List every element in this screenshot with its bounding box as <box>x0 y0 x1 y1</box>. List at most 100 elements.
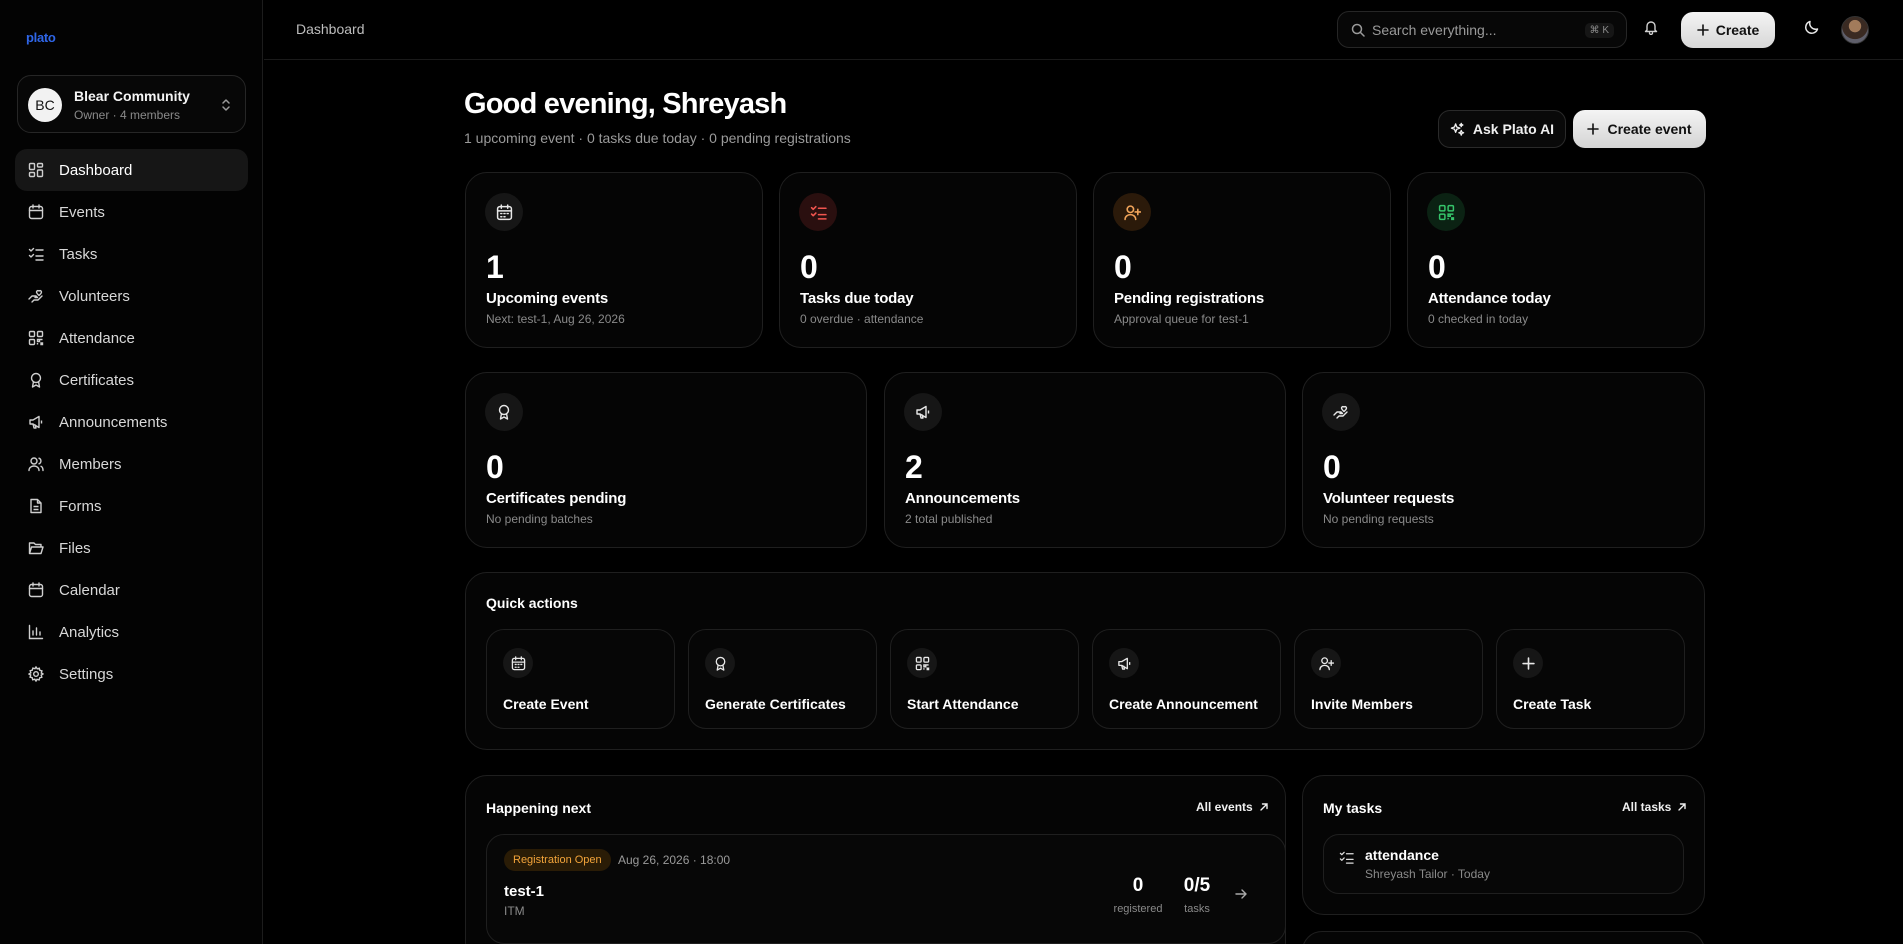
sidebar-item-settings[interactable]: Settings <box>15 653 248 695</box>
user-avatar[interactable] <box>1841 16 1869 44</box>
list-checks-icon <box>810 204 827 221</box>
org-avatar: BC <box>28 88 62 122</box>
chevrons-up-down-icon <box>220 97 232 113</box>
list-checks-icon <box>1339 850 1354 865</box>
registered-count: 0 <box>1132 875 1144 896</box>
sidebar-item-attendance[interactable]: Attendance <box>15 317 248 359</box>
ask-plato-ai-label: Ask Plato AI <box>1472 121 1555 137</box>
stat-card-volunteer-requests[interactable]: 0 Volunteer requests No pending requests <box>1302 372 1705 548</box>
sidebar-item-label: Settings <box>59 665 114 683</box>
quick-action-label: Generate Certificates <box>705 696 846 712</box>
quick-action-create-task[interactable]: Create Task <box>1496 629 1685 729</box>
sidebar-item-analytics[interactable]: Analytics <box>15 611 248 653</box>
sidebar-item-dashboard[interactable]: Dashboard <box>15 149 248 191</box>
moon-icon[interactable] <box>1804 19 1820 35</box>
award-icon <box>28 372 44 388</box>
calendar-icon <box>28 204 44 220</box>
sidebar-item-announcements[interactable]: Announcements <box>15 401 248 443</box>
search-input[interactable] <box>1372 21 1572 39</box>
stat-value: 1 <box>486 249 504 285</box>
stat-icon <box>1113 193 1151 231</box>
sidebar-item-volunteers[interactable]: Volunteers <box>15 275 248 317</box>
qr-code-icon <box>907 648 937 678</box>
megaphone-icon <box>28 414 44 430</box>
quick-action-start-attendance[interactable]: Start Attendance <box>890 629 1079 729</box>
event-location: ITM <box>504 904 525 918</box>
bell-icon[interactable] <box>1643 19 1659 35</box>
tasks-count: 0/5 <box>1183 875 1211 896</box>
sidebar-item-forms[interactable]: Forms <box>15 485 248 527</box>
search-box[interactable]: ⌘ K <box>1337 11 1627 48</box>
registered-label: registered <box>1113 903 1163 915</box>
sidebar-item-tasks[interactable]: Tasks <box>15 233 248 275</box>
stat-value: 2 <box>905 449 923 485</box>
hand-heart-icon <box>1333 404 1349 420</box>
stat-icon <box>485 393 523 431</box>
plus-icon <box>1513 648 1543 678</box>
award-icon <box>705 648 735 678</box>
section-title: Happening next <box>486 800 592 816</box>
stat-subtitle: 0 overdue · attendance <box>800 312 924 326</box>
folder-open-icon <box>28 540 44 556</box>
arrow-right-icon[interactable] <box>1234 887 1248 901</box>
quick-action-create-announcement[interactable]: Create Announcement <box>1092 629 1281 729</box>
hand-heart-icon <box>28 288 44 304</box>
my-tasks-panel: My tasks All tasks attendance Shreyash T… <box>1302 775 1705 915</box>
sidebar-item-certificates[interactable]: Certificates <box>15 359 248 401</box>
quick-action-generate-certificates[interactable]: Generate Certificates <box>688 629 877 729</box>
task-name: attendance <box>1365 847 1439 863</box>
stat-card-announcements[interactable]: 2 Announcements 2 total published <box>884 372 1286 548</box>
stat-card-certificates-pending[interactable]: 0 Certificates pending No pending batche… <box>465 372 867 548</box>
stat-value: 0 <box>1428 249 1446 285</box>
event-row[interactable]: Registration Open Aug 26, 2026 · 18:00 t… <box>486 834 1286 944</box>
stat-card-pending-registrations[interactable]: 0 Pending registrations Approval queue f… <box>1093 172 1391 348</box>
sidebar-item-label: Announcements <box>59 413 168 431</box>
stat-subtitle: 2 total published <box>905 512 993 526</box>
user-plus-icon <box>1123 204 1141 221</box>
sidebar-item-label: Certificates <box>59 371 135 389</box>
stat-label: Tasks due today <box>800 290 914 307</box>
create-event-button[interactable]: Create event <box>1573 110 1706 148</box>
all-tasks-link[interactable]: All tasks <box>1622 800 1687 814</box>
qr-code-icon <box>1438 204 1455 221</box>
ask-plato-ai-button[interactable]: Ask Plato AI <box>1438 110 1566 148</box>
all-events-link[interactable]: All events <box>1196 800 1269 814</box>
sidebar-item-label: Analytics <box>59 623 120 641</box>
app-logo[interactable]: plato <box>26 30 56 45</box>
sidebar-item-label: Attendance <box>59 329 135 347</box>
sidebar-item-members[interactable]: Members <box>15 443 248 485</box>
quick-action-create-event[interactable]: Create Event <box>486 629 675 729</box>
megaphone-icon <box>1109 648 1139 678</box>
stat-label: Pending registrations <box>1114 290 1264 307</box>
quick-action-invite-members[interactable]: Invite Members <box>1294 629 1483 729</box>
megaphone-icon <box>915 404 931 420</box>
sidebar-item-calendar[interactable]: Calendar <box>15 569 248 611</box>
stat-label: Upcoming events <box>486 290 609 307</box>
sidebar-item-files[interactable]: Files <box>15 527 248 569</box>
stat-card-tasks-due[interactable]: 0 Tasks due today 0 overdue · attendance <box>779 172 1077 348</box>
list-checks-icon <box>28 246 44 262</box>
create-button-label: Create <box>1715 22 1760 38</box>
event-name: test-1 <box>504 883 545 900</box>
create-button[interactable]: Create <box>1681 12 1775 48</box>
sidebar-item-label: Events <box>59 203 105 221</box>
breadcrumb: Dashboard <box>296 21 365 37</box>
sidebar-item-label: Files <box>59 539 91 557</box>
stat-icon <box>799 193 837 231</box>
org-switcher[interactable]: BC Blear Community Owner · 4 members <box>17 75 246 133</box>
sidebar-item-label: Members <box>59 455 122 473</box>
sidebar: plato BC Blear Community Owner · 4 membe… <box>0 0 263 944</box>
calendar-icon <box>503 648 533 678</box>
sidebar-item-events[interactable]: Events <box>15 191 248 233</box>
section-title: My tasks <box>1323 800 1383 816</box>
qr-code-icon <box>28 330 44 346</box>
org-subtitle: Owner · 4 members <box>74 108 181 122</box>
task-row[interactable]: attendance Shreyash Tailor · Today <box>1323 834 1684 894</box>
task-meta: Shreyash Tailor · Today <box>1365 867 1490 881</box>
stat-card-upcoming-events[interactable]: 1 Upcoming events Next: test-1, Aug 26, … <box>465 172 763 348</box>
stat-card-attendance-today[interactable]: 0 Attendance today 0 checked in today <box>1407 172 1705 348</box>
arrow-up-right-icon <box>1259 802 1269 812</box>
arrow-up-right-icon <box>1677 802 1687 812</box>
calendar-days-icon <box>28 582 44 598</box>
stat-subtitle: Next: test-1, Aug 26, 2026 <box>486 312 625 326</box>
